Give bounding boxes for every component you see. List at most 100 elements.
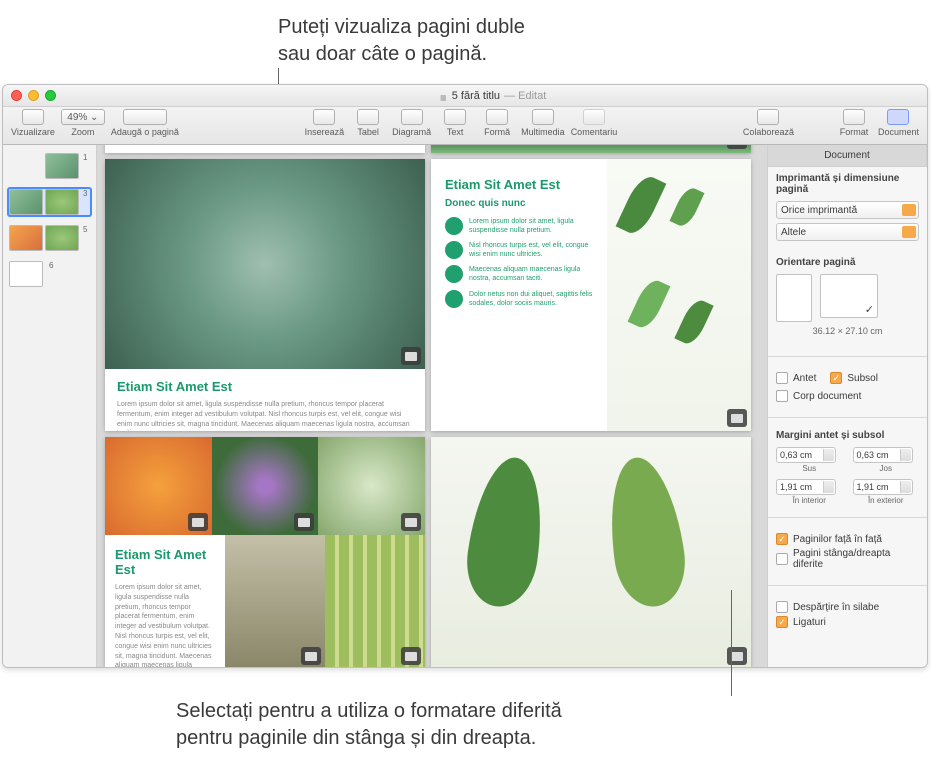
document-name: 5 fără titlu — [452, 90, 500, 102]
thumb-pair-6[interactable]: 6 — [7, 259, 92, 289]
diff-lr-checkbox-row[interactable]: Pagini stânga/dreapta diferite — [776, 548, 919, 570]
inspector-tabs: Document — [768, 145, 927, 167]
format-label: Format — [840, 127, 869, 137]
image-badge-icon[interactable] — [401, 647, 421, 665]
chart-button[interactable]: Diagramă — [392, 109, 431, 137]
thumb-page-4[interactable] — [9, 225, 43, 251]
margin-top-stepper[interactable]: 0,63 cm — [776, 447, 836, 463]
thumb-page-3[interactable] — [45, 189, 79, 215]
dimensions-label: 36.12 × 27.10 cm — [776, 326, 919, 336]
format-button[interactable]: Format — [836, 109, 872, 137]
table-icon — [357, 109, 379, 125]
thumb-page-5[interactable] — [45, 225, 79, 251]
thumb-pair-2-3[interactable]: 3 — [7, 187, 92, 217]
thumb-page-6[interactable] — [9, 261, 43, 287]
footer-label: Subsol — [847, 373, 878, 384]
orientation-heading: Orientare pagină — [776, 257, 919, 268]
body-checkbox-row[interactable]: Corp document — [776, 390, 919, 402]
thumb-page-2[interactable] — [9, 189, 43, 215]
image-dahlia[interactable] — [105, 437, 212, 535]
bullet-text: Nisl rhoncus turpis est, vel elit, congu… — [469, 241, 597, 259]
title-text: 5 fără titlu — Editat — [66, 90, 919, 102]
bullet-text: Maecenas aliquam maecenas ligula nostra,… — [469, 265, 597, 283]
view-label: Vizualizare — [11, 127, 55, 137]
add-page-button[interactable]: Adaugă o pagină — [111, 109, 179, 137]
facing-pages-checkbox-row[interactable]: Paginilor față în față — [776, 533, 919, 545]
thumb-page-1[interactable] — [45, 153, 79, 179]
ligatures-label: Ligaturi — [793, 617, 826, 628]
margin-top-value: 0,63 cm — [780, 450, 812, 460]
checkbox-icon[interactable] — [776, 601, 788, 613]
media-button[interactable]: Multimedia — [521, 109, 565, 137]
checkbox-icon[interactable] — [776, 616, 788, 628]
image-succulent-2[interactable] — [318, 437, 425, 535]
page-right-2[interactable] — [431, 437, 751, 667]
tab-document[interactable]: Document — [768, 145, 927, 166]
bullet-text: Lorem ipsum dolor sit amet, ligula suspe… — [469, 217, 597, 235]
image-badge-icon[interactable] — [301, 647, 321, 665]
image-leaves[interactable] — [607, 159, 751, 431]
thumb-pair-4-5[interactable]: 5 — [7, 223, 92, 253]
margin-bottom-value: 0,63 cm — [857, 450, 889, 460]
margins-heading: Margini antet și subsol — [776, 430, 919, 441]
view-button[interactable]: Vizualizare — [11, 109, 55, 137]
margin-inner-value: 1,91 cm — [780, 482, 812, 492]
comment-icon — [583, 109, 605, 125]
thumb-pair-1[interactable]: 1 — [7, 151, 92, 181]
margin-outer-value: 1,91 cm — [857, 482, 889, 492]
margin-outer-stepper[interactable]: 1,91 cm — [853, 479, 913, 495]
minimize-icon[interactable] — [28, 90, 39, 101]
image-badge-icon[interactable] — [188, 513, 208, 531]
checkbox-icon[interactable] — [776, 553, 788, 565]
insert-button[interactable]: Inserează — [305, 109, 345, 137]
header-checkbox-row[interactable]: Antet — [776, 372, 816, 384]
zoom-value: 49% ⌄ — [61, 109, 105, 125]
document-button[interactable]: Document — [878, 109, 919, 137]
checkbox-icon[interactable] — [776, 372, 788, 384]
facing-label: Paginilor față în față — [793, 534, 882, 545]
footer-checkbox-row[interactable]: Subsol — [830, 372, 878, 384]
checkbox-icon[interactable] — [776, 390, 788, 402]
subheading: Donec quis nunc — [445, 198, 597, 209]
image-badge-icon[interactable] — [401, 513, 421, 531]
comment-label: Comentariu — [571, 127, 618, 137]
pagesize-popup[interactable]: Altele — [776, 223, 919, 241]
close-icon[interactable] — [11, 90, 22, 101]
view-icon — [22, 109, 44, 125]
hyphenation-checkbox-row[interactable]: Despărțire în silabe — [776, 601, 919, 613]
image-bamboo[interactable] — [325, 535, 425, 667]
checkbox-icon[interactable] — [830, 372, 842, 384]
thumbnails-sidebar[interactable]: 1 3 5 6 — [3, 145, 97, 667]
comment-button[interactable]: Comentariu — [571, 109, 618, 137]
image-badge-icon[interactable] — [294, 513, 314, 531]
page-right[interactable]: Etiam Sit Amet Est Donec quis nunc Lorem… — [431, 159, 751, 431]
lock-icon — [439, 90, 448, 101]
zoom-popup[interactable]: 49% ⌄ Zoom — [61, 109, 105, 137]
printer-popup[interactable]: Orice imprimantă — [776, 201, 919, 219]
image-badge-icon[interactable] — [727, 409, 747, 427]
image-cabbage[interactable] — [212, 437, 319, 535]
checkbox-icon[interactable] — [776, 533, 788, 545]
table-button[interactable]: Tabel — [350, 109, 386, 137]
page-left[interactable]: Etiam Sit Amet Est Lorem ipsum dolor sit… — [105, 159, 425, 431]
image-badge-icon[interactable] — [401, 347, 421, 365]
image-badge-icon[interactable] — [727, 145, 747, 149]
inspector: Document Imprimantă și dimensiune pagină… — [767, 145, 927, 667]
text-button[interactable]: Text — [437, 109, 473, 137]
page-left-2[interactable]: Etiam Sit Amet Est Lorem ipsum dolor sit… — [105, 437, 425, 667]
orientation-portrait[interactable] — [776, 274, 812, 322]
image-fans[interactable] — [225, 535, 325, 667]
margin-inner-stepper[interactable]: 1,91 cm — [776, 479, 836, 495]
orientation-landscape[interactable] — [820, 274, 878, 318]
diff-lr-label: Pagini stânga/dreapta diferite — [793, 548, 919, 570]
thumb-num-1: 1 — [83, 153, 87, 162]
image-succulent[interactable] — [105, 159, 425, 369]
zoom-label: Zoom — [71, 127, 94, 137]
ligatures-checkbox-row[interactable]: Ligaturi — [776, 616, 919, 628]
bullet-text: Dolor netus non dui aliquet, sagittis fe… — [469, 290, 597, 308]
margin-bottom-stepper[interactable]: 0,63 cm — [853, 447, 913, 463]
canvas[interactable]: Etiam Sit Amet Est Lorem ipsum dolor sit… — [97, 145, 767, 667]
shape-button[interactable]: Formă — [479, 109, 515, 137]
collaborate-button[interactable]: Colaborează — [743, 109, 794, 137]
fullscreen-icon[interactable] — [45, 90, 56, 101]
